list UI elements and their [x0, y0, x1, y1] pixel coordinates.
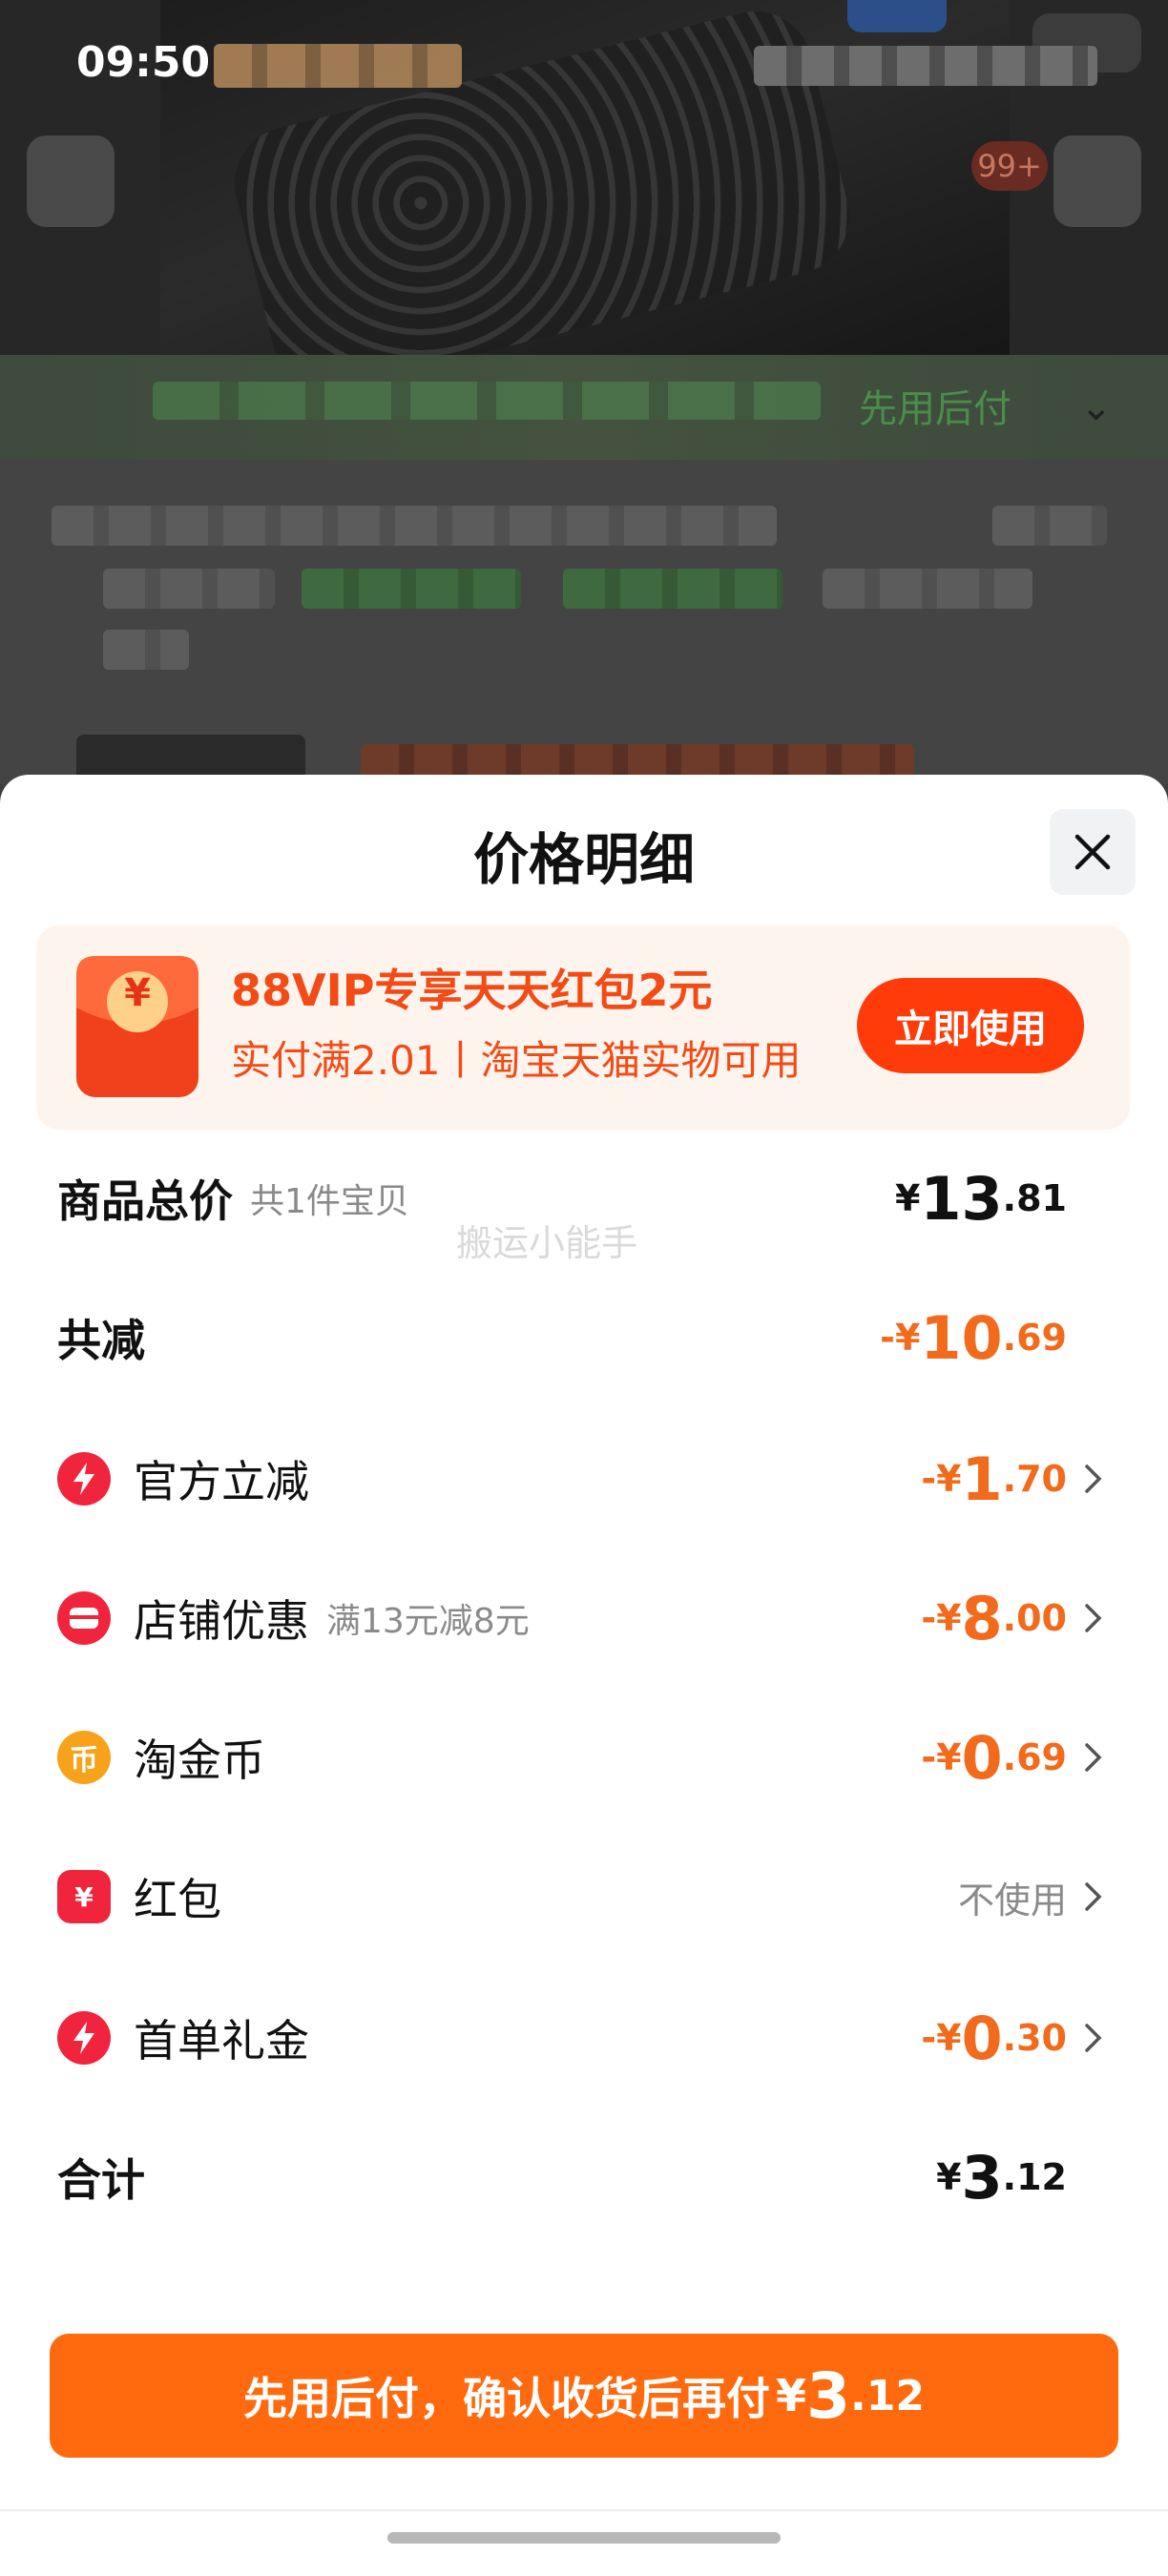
chevron-down-icon: ⌄ [1080, 385, 1113, 429]
blurred-text-line [992, 506, 1107, 546]
amount-dec: .69 [1002, 1317, 1067, 1359]
red-packet-value: 不使用 [958, 1849, 1107, 1944]
use-now-button[interactable]: 立即使用 [857, 978, 1084, 1073]
currency: -¥ [921, 2017, 962, 2059]
amount-int: 3 [806, 2358, 850, 2433]
currency: -¥ [921, 1597, 962, 1639]
first-order-gift-label: 首单礼金 [134, 2015, 309, 2067]
taojinbi-label: 淘金币 [134, 1735, 265, 1786]
blurred-tag [563, 569, 782, 609]
first-order-gift-value: -¥ 0 .30 [921, 1990, 1107, 2086]
store-discount-value: -¥ 8 .00 [921, 1570, 1107, 1666]
row-red-packet[interactable]: ¥ 红包 不使用 [0, 1849, 1168, 1944]
background-green-label: 先用后付 [859, 387, 1012, 431]
close-button[interactable] [1050, 809, 1136, 895]
blurred-tag [302, 569, 521, 609]
currency: ¥ [894, 1177, 921, 1219]
currency: -¥ [880, 1317, 921, 1359]
blurred-status-right [754, 46, 1097, 86]
row-label: 商品总价 共1件宝贝 [57, 1151, 409, 1246]
blurred-text-line [103, 630, 189, 670]
amount-dec: .70 [1002, 1458, 1067, 1500]
chevron-right-icon [1085, 1465, 1102, 1493]
currency: -¥ [921, 1458, 962, 1500]
red-packet-label: 红包 [134, 1874, 221, 1925]
cart-badge: 99+ [971, 141, 1048, 191]
chevron-right-icon [1085, 2024, 1102, 2052]
currency: -¥ [921, 1736, 962, 1778]
currency: ¥ [936, 2156, 962, 2198]
divider [0, 2509, 1168, 2511]
amount-dec: .00 [1002, 1597, 1067, 1639]
item-count: 共1件宝贝 [250, 1182, 409, 1221]
row-total-discount: 共减 -¥ 10 .69 [0, 1290, 1168, 1385]
sum-value: ¥ 3 .12 [936, 2129, 1067, 2225]
row-total-price: 商品总价 共1件宝贝 ¥ 13 .81 [0, 1151, 1168, 1246]
more-button [1053, 135, 1141, 227]
official-discount-value: -¥ 1 .70 [921, 1431, 1107, 1527]
store-discount-condition: 满13元减8元 [326, 1602, 530, 1641]
cta-label: 先用后付，确认收货后再付 [243, 2373, 771, 2424]
row-store-discount[interactable]: 店铺优惠 满13元减8元 -¥ 8 .00 [0, 1570, 1168, 1666]
back-button [27, 135, 115, 227]
coin-glyph: 币 [70, 1744, 98, 1777]
official-discount-label: 官方立减 [134, 1456, 309, 1507]
red-packet-icon: ¥ [73, 952, 202, 1101]
sum-label: 合计 [57, 2154, 145, 2206]
blurred-badge [847, 0, 947, 32]
lightning-icon [57, 1452, 111, 1506]
price-detail-sheet: 价格明细 ¥ 88VIP专享天天红包2元 实付满2.01丨淘宝天猫实物可用 立即… [0, 775, 1168, 2576]
red-packet-glyph: ¥ [124, 971, 151, 1015]
total-price-label: 商品总价 [57, 1175, 233, 1227]
amount-int: 1 [961, 1444, 1003, 1514]
blurred-text-line [52, 506, 777, 546]
amount-dec: .30 [1002, 2017, 1067, 2059]
store-icon [57, 1591, 111, 1645]
total-discount-value: -¥ 10 .69 [880, 1290, 1067, 1385]
home-indicator[interactable] [387, 2532, 781, 2544]
chevron-right-icon [1085, 1882, 1102, 1911]
blurred-text-line [103, 569, 275, 609]
lightning-icon [57, 2011, 111, 2065]
total-discount-label: 共减 [57, 1315, 145, 1366]
status-time: 09:50 [76, 38, 211, 87]
sheet-title: 价格明细 [472, 827, 695, 892]
amount-int: 13 [920, 1163, 1003, 1234]
row-official-discount[interactable]: 官方立减 -¥ 1 .70 [0, 1431, 1168, 1527]
amount-dec: .12 [850, 2371, 925, 2420]
row-label: 店铺优惠 满13元减8元 [134, 1570, 530, 1666]
total-price-value: ¥ 13 .81 [895, 1151, 1067, 1246]
blurred-status-icons [214, 44, 462, 88]
amount-int: 0 [961, 2003, 1003, 2073]
amount-dec: .69 [1002, 1736, 1067, 1778]
close-icon [1074, 834, 1111, 870]
currency: ¥ [776, 2370, 807, 2421]
amount-int: 0 [961, 1722, 1003, 1793]
promo-subtitle: 实付满2.01丨淘宝天猫实物可用 [231, 1037, 802, 1084]
row-sum: 合计 ¥ 3 .12 [0, 2129, 1168, 2225]
store-discount-label: 店铺优惠 [134, 1595, 309, 1647]
amount-int: 8 [961, 1583, 1003, 1653]
chevron-right-icon [1085, 1743, 1102, 1772]
coin-icon: 币 [57, 1731, 111, 1784]
chevron-right-icon [1085, 1604, 1102, 1632]
blurred-text-line [823, 569, 1032, 609]
amount-dec: .12 [1002, 2156, 1067, 2198]
pay-later-confirm-button[interactable]: 先用后付，确认收货后再付 ¥ 3 .12 [50, 2334, 1118, 2458]
amount-int: 10 [920, 1302, 1003, 1373]
red-envelope-icon: ¥ [57, 1870, 111, 1923]
taojinbi-value: -¥ 0 .69 [921, 1710, 1107, 1805]
red-envelope-glyph: ¥ [74, 1880, 94, 1913]
row-first-order-gift[interactable]: 首单礼金 -¥ 0 .30 [0, 1990, 1168, 2086]
row-taojinbi[interactable]: 币 淘金币 -¥ 0 .69 [0, 1710, 1168, 1805]
promo-title: 88VIP专享天天红包2元 [231, 965, 713, 1016]
vip-red-packet-banner: ¥ 88VIP专享天天红包2元 实付满2.01丨淘宝天猫实物可用 立即使用 [36, 925, 1130, 1130]
not-used-text: 不使用 [957, 1879, 1067, 1922]
amount-int: 3 [961, 2142, 1003, 2212]
amount-dec: .81 [1002, 1177, 1067, 1219]
